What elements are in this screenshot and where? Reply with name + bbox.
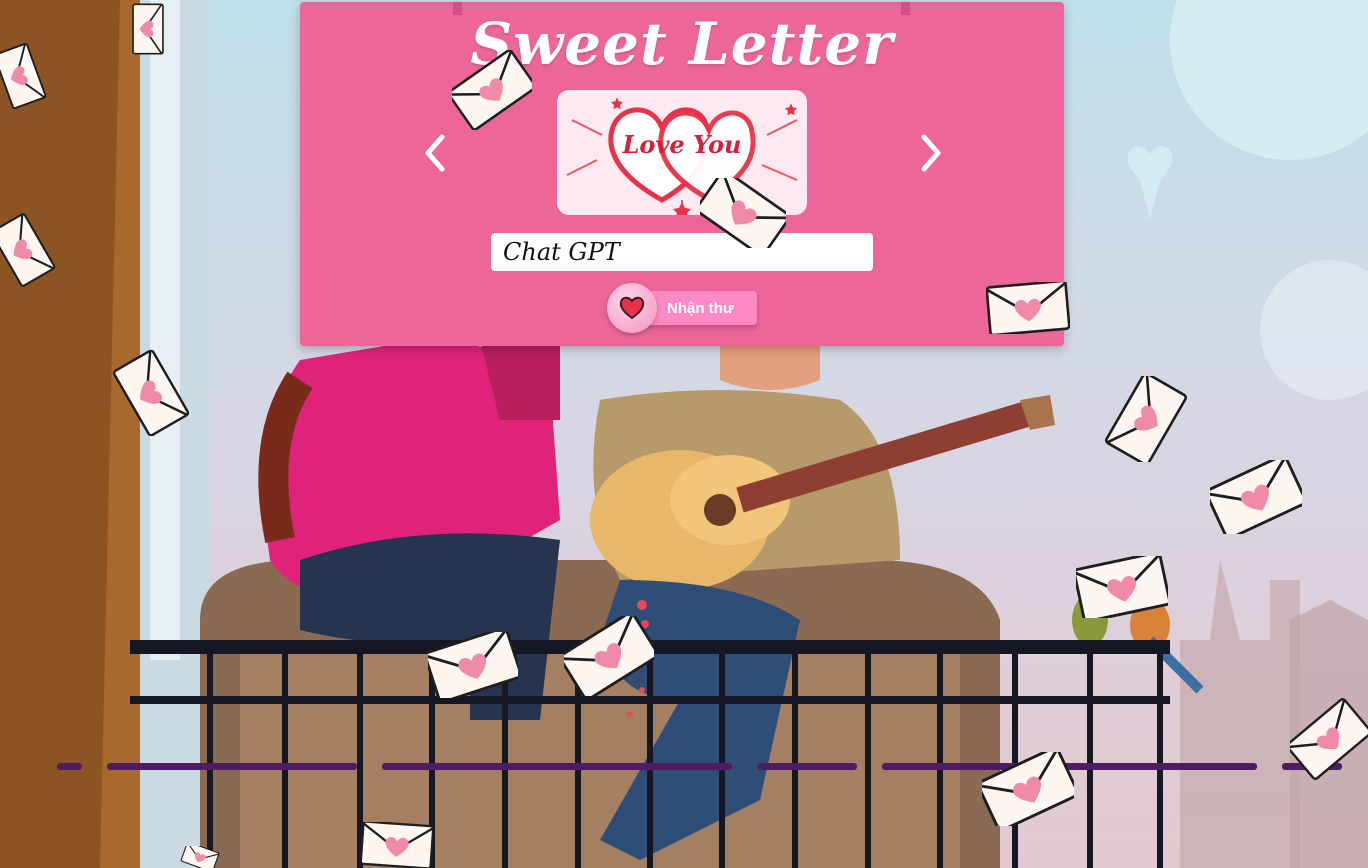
prev-button[interactable] — [416, 130, 456, 176]
envelope-icon — [1104, 376, 1188, 462]
heart-icon — [619, 296, 645, 320]
dash-decoration — [382, 763, 732, 770]
envelope-icon — [428, 632, 518, 698]
dash-decoration — [57, 763, 82, 770]
love-you-text: Love You — [622, 130, 742, 159]
envelope-icon — [700, 178, 786, 248]
name-input[interactable]: Chat GPT — [491, 233, 873, 271]
envelope-icon — [986, 282, 1070, 334]
envelope-icon — [132, 3, 164, 55]
envelope-icon — [1290, 696, 1368, 782]
letter-card: Sweet Letter Love You Chat GPT Nhận thư — [300, 2, 1064, 346]
dash-decoration — [757, 763, 857, 770]
envelope-icon — [1210, 460, 1302, 534]
envelope-icon — [452, 50, 532, 130]
chevron-left-icon — [425, 134, 445, 172]
envelope-icon — [1076, 556, 1168, 618]
receive-letter-button[interactable]: Nhận thư — [607, 283, 759, 335]
chevron-right-icon — [921, 134, 941, 172]
next-button[interactable] — [910, 130, 950, 176]
envelope-icon — [180, 846, 220, 868]
envelope-icon — [359, 822, 435, 868]
page-title: Sweet Letter — [470, 10, 894, 78]
envelope-icon — [564, 616, 654, 696]
receive-button-label: Nhận thư — [667, 300, 734, 317]
dash-decoration — [107, 763, 357, 770]
envelope-icon — [0, 42, 47, 110]
envelope-icon — [112, 350, 190, 436]
envelope-icon — [982, 752, 1074, 826]
envelope-icon — [0, 212, 56, 288]
receive-button-circle — [607, 283, 657, 333]
